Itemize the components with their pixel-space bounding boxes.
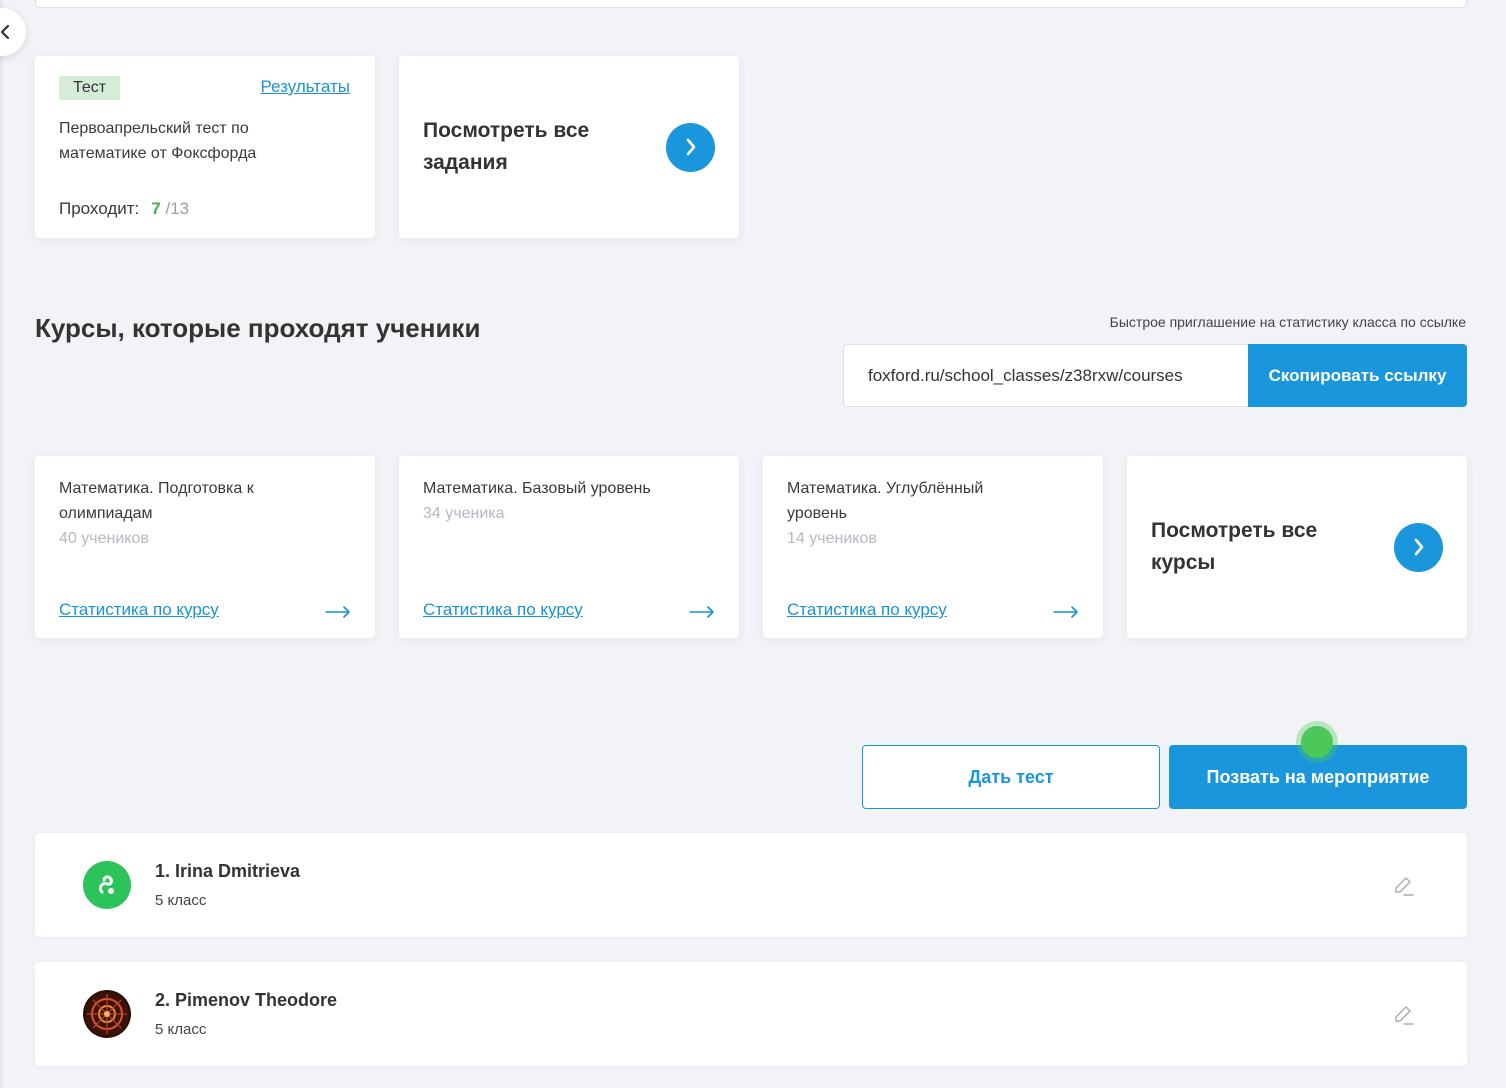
see-all-tasks-label: Посмотреть все задания [423,119,590,174]
chevron-right-icon [686,138,695,156]
course-students-count: 34 ученика [423,505,505,522]
arrow-right-icon[interactable] [689,606,715,618]
see-all-courses-card[interactable]: Посмотреть все курсы [1127,456,1467,638]
student-row[interactable]: 2. Pimenov Theodore 5 класс [35,962,1467,1066]
passing-info: Проходит: 7 /13 [59,199,189,219]
invite-link-box: Скопировать ссылку [843,344,1467,407]
avatar [83,990,131,1038]
passing-count: 7 [151,199,161,218]
see-all-courses-button[interactable] [1394,522,1443,572]
see-all-tasks-button[interactable] [666,122,715,172]
chevron-left-icon [0,24,10,40]
course-stat-link[interactable]: Статистика по курсу [787,600,947,620]
course-card: Математика. Углублённый уровень 14 учени… [763,456,1103,638]
course-card: Математика. Подготовка к олимпиадам 40 у… [35,456,375,638]
arrow-right-icon[interactable] [1053,606,1079,618]
course-card: Математика. Базовый уровень 34 ученика С… [399,456,739,638]
see-all-courses-label: Посмотреть все курсы [1151,519,1318,574]
student-row[interactable]: 1. Irina Dmitrieva 5 класс [35,833,1467,937]
avatar-logo-icon [98,875,114,894]
passing-total: /13 [165,199,190,218]
course-title: Математика. Подготовка к олимпиадам [59,480,254,522]
course-stat-link[interactable]: Статистика по курсу [59,600,219,620]
invite-link-input[interactable] [843,344,1248,407]
avatar [83,861,131,909]
edit-icon[interactable] [1393,875,1415,897]
chevron-right-icon [1414,538,1423,556]
student-name: 2. Pimenov Theodore [155,990,338,1010]
cursor-indicator [1296,721,1338,763]
results-link[interactable]: Результаты [260,77,350,97]
test-badge: Тест [59,76,121,100]
course-students-count: 40 учеников [59,530,149,547]
course-title: Математика. Углублённый уровень [787,480,984,522]
avatar-pattern-icon [85,992,129,1036]
passing-label: Проходит: [59,199,140,218]
student-grade: 5 класс [155,1021,207,1038]
test-card: Тест Результаты Первоапрельский тест по … [35,56,375,238]
arrow-right-icon[interactable] [325,606,351,618]
courses-section-title: Курсы, которые проходят ученики [35,313,481,343]
see-all-tasks-card[interactable]: Посмотреть все задания [399,56,739,238]
student-grade: 5 класс [155,892,207,909]
copy-link-button[interactable]: Скопировать ссылку [1248,344,1467,407]
student-name: 1. Irina Dmitrieva [155,861,301,881]
course-title: Математика. Базовый уровень [423,480,651,497]
back-button[interactable] [0,8,26,56]
give-test-button[interactable]: Дать тест [862,745,1160,809]
left-edge [0,0,3,1088]
edit-icon[interactable] [1393,1004,1415,1026]
course-stat-link[interactable]: Статистика по курсу [423,600,583,620]
course-students-count: 14 учеников [787,530,877,547]
test-title: Первоапрельский тест по математике от Фо… [59,120,257,162]
top-panel-edge [35,0,1467,8]
invite-label: Быстрое приглашение на статистику класса… [1109,314,1466,330]
